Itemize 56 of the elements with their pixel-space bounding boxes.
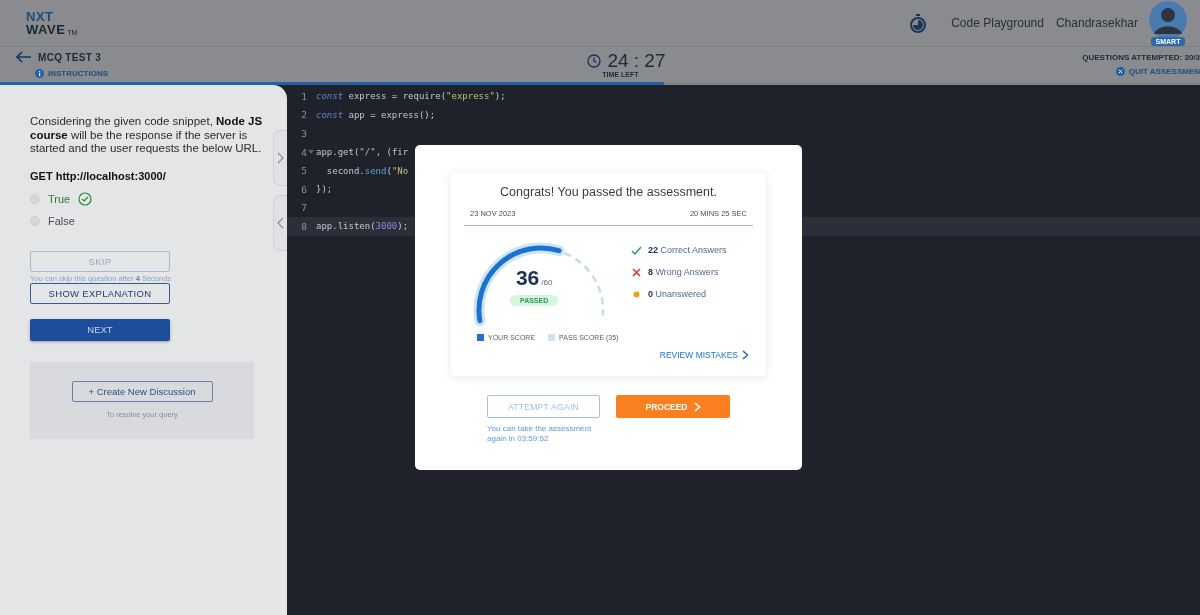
score-total: /60 (541, 278, 553, 287)
dot-icon (631, 289, 642, 299)
question-text: Considering the given code snippet, Node JS course will be the response if the server is started and the user requests the below URL. (30, 115, 264, 156)
code-line: app.get("/", (fir (316, 147, 409, 158)
code-line: const express = require("express"); (316, 91, 506, 102)
panel-toggle[interactable] (273, 130, 287, 186)
chevron-right-icon (742, 350, 749, 360)
review-mistakes-link[interactable]: REVIEW MISTAKES (659, 350, 749, 360)
person-silhouette-icon (1148, 0, 1188, 40)
close-icon (1115, 67, 1125, 76)
legend-swatch (548, 334, 556, 341)
clock-icon (587, 54, 602, 68)
stat-text: 22 Correct Answers (648, 245, 727, 255)
code-line: const app = express(); (316, 109, 436, 120)
quit-assessment-link[interactable]: QUIT ASSESSMEN (1115, 67, 1200, 76)
score-value: 36 (515, 266, 540, 290)
chevron-right-icon (693, 401, 701, 412)
cross-icon (631, 267, 642, 277)
user-name[interactable]: Chandrasekhar (1055, 16, 1138, 30)
show-explanation-button[interactable]: SHOW EXPLANATION (30, 282, 170, 304)
instructions-link[interactable]: INSTRUCTIONS (35, 69, 436, 78)
info-icon (35, 69, 44, 78)
test-title: MCQ TEST 3 (38, 51, 101, 63)
questions-attempted: QUESTIONS ATTEMPTED: 30/3 (1082, 53, 1200, 62)
back-arrow-icon (16, 51, 32, 63)
stat-text: 0 Unanswered (648, 289, 707, 299)
code-line: second.send("No (325, 165, 409, 176)
nav-link[interactable]: Code Playground (951, 16, 1044, 30)
request-url: GET http://localhost:3000/ (30, 169, 167, 182)
answer-option[interactable]: True (30, 193, 257, 205)
line-number: 6 (301, 183, 307, 195)
line-number: 5 (301, 165, 307, 177)
legend-swatch (477, 334, 484, 341)
line-number: 4 (301, 146, 307, 158)
timer-value: 24 : 27 (607, 51, 666, 71)
stat-text: 8 Wrong Answers (648, 267, 719, 277)
code-line: app.listen(3000); (316, 221, 409, 232)
stopwatch-icon (909, 13, 928, 33)
result-title: Congrats! You passed the assessment. (499, 185, 718, 199)
line-number: 2 (301, 109, 307, 121)
line-number: 3 (301, 128, 307, 139)
code-line: }); (316, 184, 333, 195)
line-number: 1 (301, 90, 307, 102)
proceed-button[interactable]: PROCEED (616, 395, 730, 418)
chevron-right-icon (277, 152, 284, 164)
line-number: 7 (301, 202, 307, 214)
logo-text: WAVE (26, 23, 66, 36)
answer-option[interactable]: False (30, 215, 257, 227)
create-discussion-button[interactable]: + Create New Discussion (71, 380, 213, 402)
check-icon (631, 245, 642, 255)
chevron-left-icon (277, 217, 284, 229)
line-number: 8 (301, 220, 307, 232)
panel-toggle[interactable] (273, 195, 287, 251)
retry-note: You can take the assessment again in 03:59:52 (487, 424, 593, 444)
next-button[interactable]: NEXT (30, 318, 170, 341)
logo-text: NXT (26, 10, 55, 23)
